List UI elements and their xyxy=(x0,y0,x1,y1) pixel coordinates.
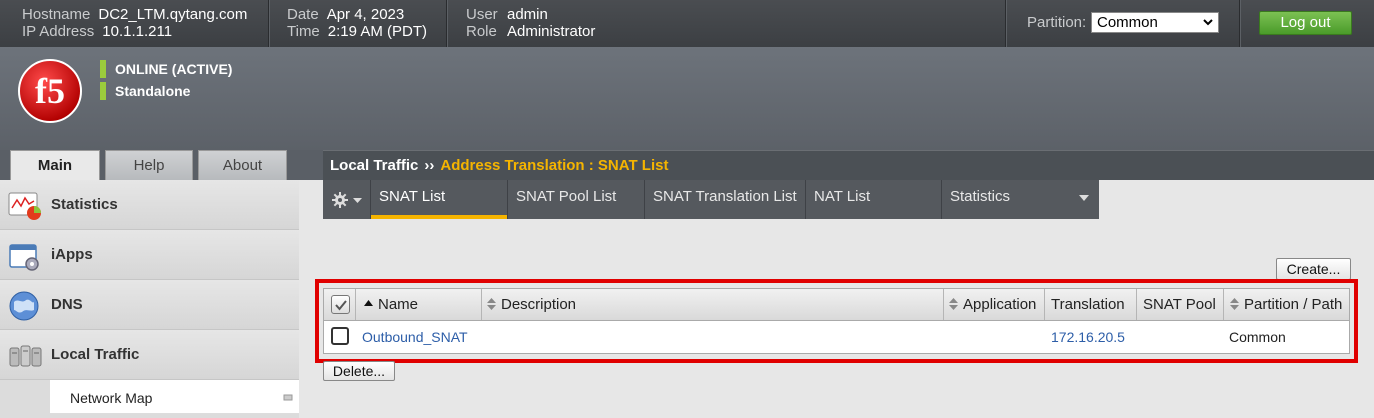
sub-tab-bar: SNAT List SNAT Pool List SNAT Translatio… xyxy=(323,180,1099,219)
network-map-label: Network Map xyxy=(70,390,153,406)
user-label: User xyxy=(466,6,498,23)
partition-selected-value: Common xyxy=(1097,14,1158,31)
pin-icon[interactable] xyxy=(283,393,293,401)
tab-help[interactable]: Help xyxy=(105,150,193,181)
breadcrumb: Local Traffic ›› Address Translation : SNA… xyxy=(323,150,1374,180)
partition-label: Partition: xyxy=(1027,14,1087,31)
breadcrumb-current: Address Translation : SNAT List xyxy=(440,157,669,174)
tab-about[interactable]: About xyxy=(198,150,287,181)
local-traffic-servers-icon xyxy=(9,345,42,367)
time-label: Time xyxy=(287,23,320,40)
hostname-label: Hostname xyxy=(22,6,91,23)
gear-icon xyxy=(332,192,348,208)
tab-snat-translation-list[interactable]: SNAT Translation List xyxy=(645,180,806,219)
dns-globe-icon xyxy=(9,291,39,321)
datetime-info: Date Apr 4, 2023 Time 2:19 AM (PDT) xyxy=(287,6,427,40)
tab-statistics[interactable]: Statistics xyxy=(942,180,1099,219)
sidebar-item-label: iApps xyxy=(51,246,93,263)
ip-label: IP Address xyxy=(22,23,95,40)
divider xyxy=(446,0,447,47)
chevron-down-icon xyxy=(1203,19,1213,26)
delete-button[interactable]: Delete... xyxy=(323,361,395,381)
tab-main[interactable]: Main xyxy=(10,150,100,181)
sidebar-item-iapps[interactable]: iApps xyxy=(0,230,299,280)
sidebar-subitem-network-map[interactable]: Network Map xyxy=(50,380,299,414)
header-banner: f5 ONLINE (ACTIVE) Standalone xyxy=(0,47,1374,150)
time-value: 2:19 AM (PDT) xyxy=(327,23,427,40)
breadcrumb-separator: ›› xyxy=(424,157,435,174)
online-status: ONLINE (ACTIVE) xyxy=(100,60,232,78)
f5-logo-icon: f5 xyxy=(18,59,82,123)
hostname-value: DC2_LTM.qytang.com xyxy=(98,6,248,23)
tab-snat-pool-list[interactable]: SNAT Pool List xyxy=(508,180,645,219)
sidebar-item-statistics[interactable]: Statistics xyxy=(0,180,299,230)
sidebar-item-dns[interactable]: DNS xyxy=(0,280,299,330)
sidebar-item-label: Statistics xyxy=(51,196,118,213)
tab-statistics-label: Statistics xyxy=(950,188,1011,205)
divider xyxy=(268,0,269,47)
settings-menu-button[interactable] xyxy=(323,180,371,219)
chevron-down-icon xyxy=(353,198,362,203)
top-status-bar: Hostname DC2_LTM.qytang.com IP Address 10.… xyxy=(0,0,1374,47)
iapps-window-gear-icon xyxy=(9,244,39,271)
role-label: Role xyxy=(466,23,497,40)
statistics-chart-icon xyxy=(8,192,41,220)
divider xyxy=(1005,0,1006,47)
tab-snat-list[interactable]: SNAT List xyxy=(371,180,508,219)
dropdown-arrow-icon xyxy=(1079,195,1089,201)
sidebar-item-label: DNS xyxy=(51,296,83,313)
user-value: admin xyxy=(507,6,548,23)
highlight-box xyxy=(315,279,1358,363)
logo-text: f5 xyxy=(35,71,65,111)
date-label: Date xyxy=(287,6,319,23)
host-info: Hostname DC2_LTM.qytang.com IP Address 10.… xyxy=(22,6,247,40)
divider xyxy=(1239,0,1240,47)
tab-nat-list[interactable]: NAT List xyxy=(806,180,942,219)
role-value: Administrator xyxy=(507,23,596,40)
partition-select[interactable]: Common xyxy=(1091,12,1219,33)
standalone-status: Standalone xyxy=(100,82,190,100)
sidebar-item-label: Local Traffic xyxy=(51,346,140,363)
create-button[interactable]: Create... xyxy=(1276,258,1351,280)
ip-value: 10.1.1.211 xyxy=(102,23,173,40)
user-info: User admin Role Administrator xyxy=(466,6,595,40)
logout-button[interactable]: Log out xyxy=(1259,11,1352,35)
sidebar-item-local-traffic[interactable]: Local Traffic xyxy=(0,330,299,380)
breadcrumb-section[interactable]: Local Traffic xyxy=(330,157,418,174)
date-value: Apr 4, 2023 xyxy=(326,6,405,23)
